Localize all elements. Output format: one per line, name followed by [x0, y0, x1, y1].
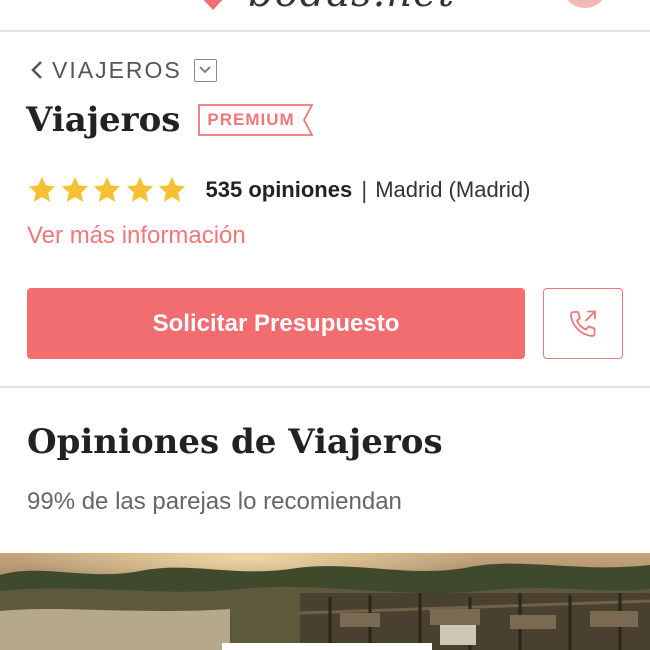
- more-info-link[interactable]: Ver más información: [27, 222, 246, 250]
- chevron-down-icon: [199, 66, 211, 74]
- reviews-section-title: Opiniones de Viajeros: [27, 422, 443, 462]
- phone-call-icon: [570, 310, 596, 337]
- top-bar: bodas.net: [0, 0, 650, 32]
- rating-row: 535 opiniones | Madrid (Madrid): [27, 170, 530, 210]
- chevron-left-icon[interactable]: [28, 60, 46, 80]
- star-icon: [28, 176, 56, 202]
- star-icon: [126, 176, 153, 202]
- star-icon: [93, 176, 121, 202]
- logo-text[interactable]: bodas.net: [248, 0, 455, 16]
- vendor-name: Viajeros: [26, 100, 181, 140]
- avatar[interactable]: [562, 0, 608, 8]
- breadcrumb[interactable]: VIAJEROS: [28, 56, 217, 84]
- reviews-count-link[interactable]: 535 opiniones: [206, 177, 353, 203]
- breadcrumb-label[interactable]: VIAJEROS: [52, 57, 182, 84]
- venue-photo-image: [0, 553, 650, 650]
- heart-logo-icon[interactable]: [196, 0, 230, 10]
- star-icon: [158, 176, 186, 202]
- recommend-percentage: 99% de las parejas lo recomiendan: [27, 488, 402, 515]
- vendor-location: Madrid (Madrid): [375, 177, 531, 202]
- request-quote-button[interactable]: Solicitar Presupuesto: [27, 288, 525, 359]
- premium-badge: PREMIUM: [198, 104, 314, 136]
- venue-photo[interactable]: [0, 553, 650, 650]
- star-rating: [27, 175, 190, 205]
- star-icon: [61, 176, 88, 202]
- phone-button[interactable]: [543, 288, 623, 359]
- section-divider: [0, 386, 650, 388]
- vendor-title-row: Viajeros PREMIUM: [26, 100, 314, 140]
- separator: |: [361, 176, 368, 203]
- premium-badge-label: PREMIUM: [207, 110, 295, 129]
- breadcrumb-dropdown[interactable]: [193, 58, 217, 82]
